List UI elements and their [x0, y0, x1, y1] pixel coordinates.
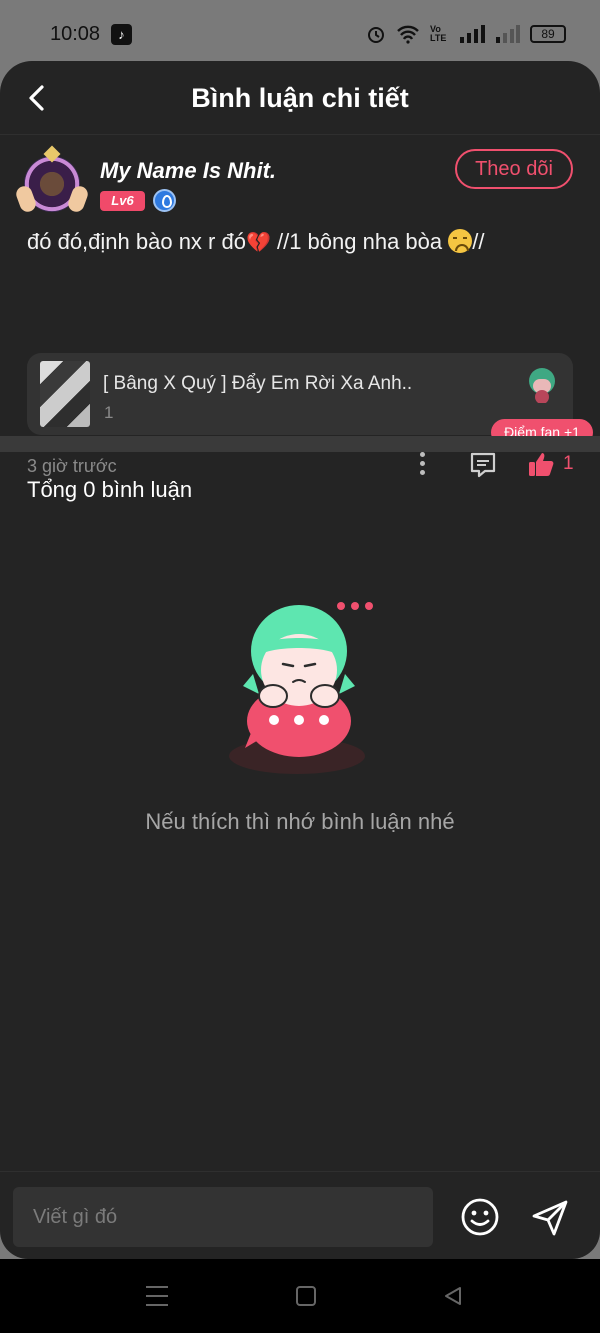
system-nav-bar: [0, 1259, 600, 1333]
thumbs-up-icon: [529, 453, 554, 476]
song-thumbnail: [40, 361, 90, 427]
more-options-icon[interactable]: [417, 452, 427, 480]
comment-icon[interactable]: [469, 451, 497, 479]
post-text: đó đó,định bào nx r đó💔 //1 bông nha bòa…: [27, 229, 484, 255]
recents-icon[interactable]: [146, 1286, 168, 1306]
comment-input[interactable]: [13, 1187, 433, 1247]
like-count: 1: [563, 453, 574, 474]
status-time: 10:08: [50, 23, 101, 45]
header: Bình luận chi tiết: [0, 61, 600, 135]
volte-label: Vo LTE: [430, 24, 447, 43]
sad-face-icon: [448, 229, 473, 253]
broken-heart-icon: 💔: [245, 232, 271, 254]
song-title: [ Bâng X Quý ] Đẩy Em Rời Xa Anh..: [103, 373, 413, 394]
post-text-part1: đó đó,định bào nx r đó: [27, 229, 246, 254]
signal-2-icon: [496, 25, 520, 43]
section-divider: [0, 436, 600, 452]
song-card[interactable]: [ Bâng X Quý ] Đẩy Em Rời Xa Anh.. 1: [27, 353, 573, 435]
level-badge: Lv6: [100, 191, 145, 211]
comment-input-bar: [0, 1171, 600, 1259]
back-triangle-icon[interactable]: [442, 1285, 464, 1307]
post: My Name Is Nhit. Lv6 Theo dõi đó đó,định…: [0, 136, 600, 478]
send-icon[interactable]: [530, 1198, 570, 1238]
avatar[interactable]: [14, 145, 90, 214]
tiktok-icon: ♪: [111, 24, 132, 45]
alarm-icon: [368, 27, 384, 43]
status-bar: 10:08 ♪ Vo LTE 89: [0, 0, 600, 66]
signal-icon: [460, 25, 485, 43]
comment-detail-sheet: Bình luận chi tiết My Name Is Nhit. Lv6 …: [0, 61, 600, 1259]
wifi-icon: [397, 25, 419, 44]
avatar-frame-wing-right: [66, 184, 90, 214]
mascot-icon: [529, 368, 555, 403]
username[interactable]: My Name Is Nhit.: [100, 158, 276, 184]
follow-button[interactable]: Theo dõi: [455, 149, 573, 189]
post-timestamp: 3 giờ trước: [27, 456, 117, 476]
like-button[interactable]: 1: [527, 448, 574, 480]
verified-icon: [153, 189, 176, 212]
song-count: 1: [104, 403, 114, 422]
status-icons: Vo LTE 89: [366, 22, 566, 46]
page-title: Bình luận chi tiết: [191, 83, 409, 113]
empty-comments-text: Nếu thích thì nhớ bình luận nhé: [145, 809, 455, 834]
empty-comments-illustration: [229, 602, 373, 774]
avatar-frame-gem: [43, 145, 61, 163]
comments-total: Tổng 0 bình luận: [27, 477, 193, 502]
post-text-part2: //1 bông nha bòa: [270, 229, 449, 254]
post-text-part3: //: [472, 229, 485, 254]
battery-icon: 89: [530, 25, 566, 43]
emoji-icon[interactable]: [460, 1197, 500, 1237]
home-icon[interactable]: [296, 1286, 316, 1306]
avatar-frame-wing-left: [14, 184, 38, 214]
